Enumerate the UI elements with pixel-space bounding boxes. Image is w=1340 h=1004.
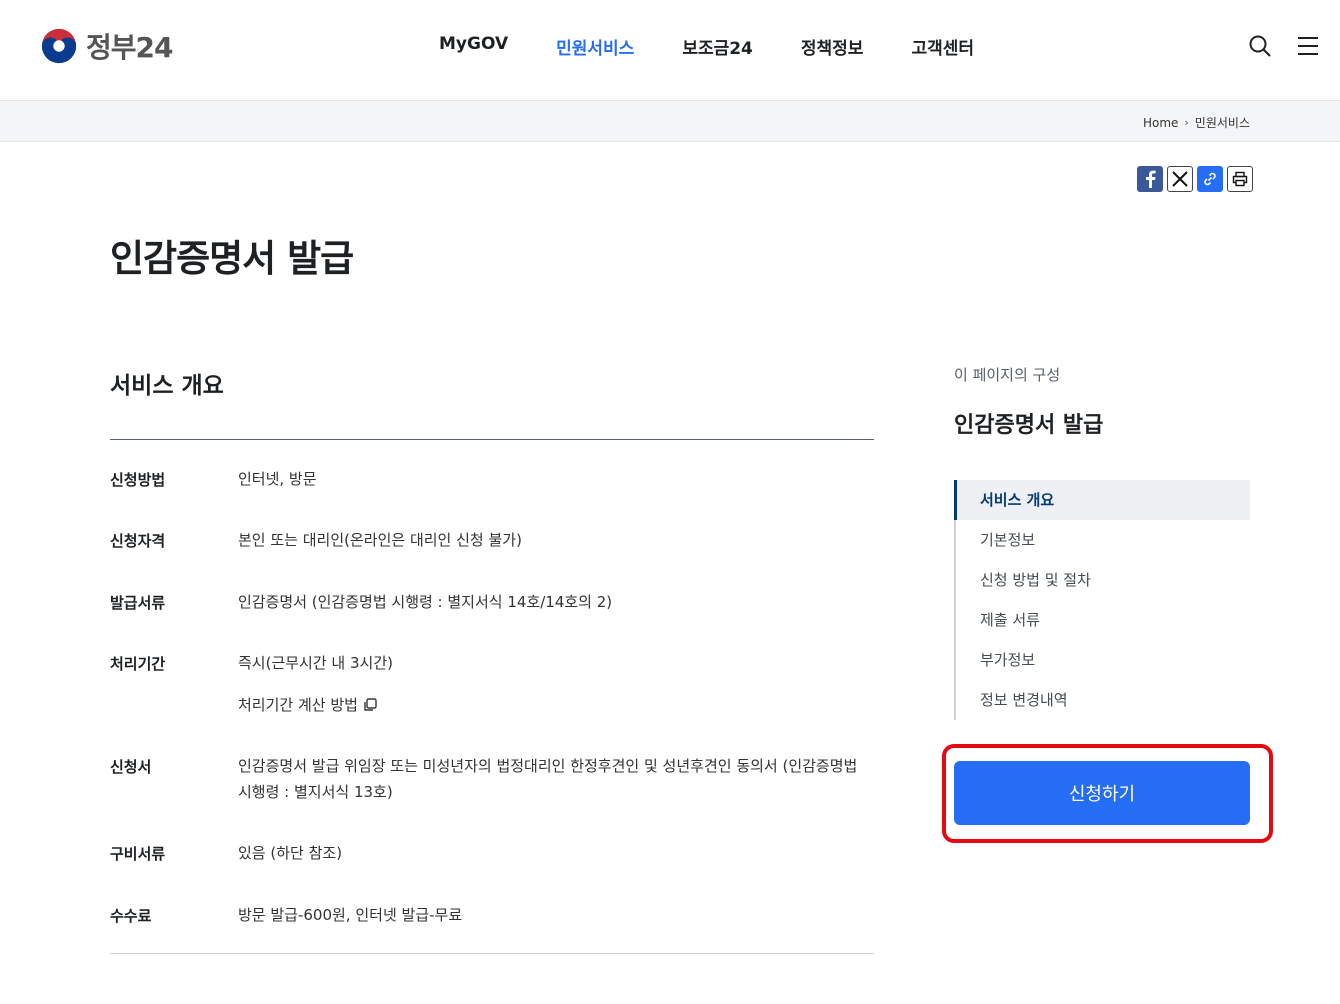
breadcrumb: Home › 민원서비스 (1143, 114, 1250, 131)
toc-item-overview[interactable]: 서비스 개요 (954, 480, 1250, 520)
section-bottom-divider (110, 953, 874, 954)
row-value-processing-time: 즉시(근무시간 내 3시간) (238, 654, 393, 672)
main-navigation: MyGOV 민원서비스 보조금24 정책정보 고객센터 (439, 34, 1022, 59)
processing-time-calc-link-wrap: 처리기간 계산 방법 (238, 692, 874, 718)
toc-list: 서비스 개요 기본정보 신청 방법 및 절차 제출 서류 부가정보 정보 변경내… (954, 480, 1250, 720)
apply-button[interactable]: 신청하기 (954, 761, 1250, 825)
row-label-method: 신청방법 (110, 471, 166, 489)
toc-item-submission-docs[interactable]: 제출 서류 (956, 600, 1250, 640)
toc-item-basic-info[interactable]: 기본정보 (956, 520, 1250, 560)
nav-mygov[interactable]: MyGOV (439, 34, 508, 59)
site-header: 정부24 MyGOV 민원서비스 보조금24 정책정보 고객센터 (0, 0, 1340, 101)
row-label-processing-time: 처리기간 (110, 655, 166, 673)
row-label-fee: 수수료 (110, 907, 152, 925)
processing-time-calc-link[interactable]: 처리기간 계산 방법 (238, 692, 378, 718)
row-value-method: 인터넷, 방문 (238, 470, 317, 488)
government-emblem-icon (41, 28, 77, 64)
print-icon[interactable] (1227, 166, 1253, 192)
breadcrumb-home[interactable]: Home (1143, 116, 1178, 130)
nav-subsidy24[interactable]: 보조금24 (682, 34, 753, 59)
new-window-icon (364, 698, 377, 711)
section-divider (110, 439, 874, 440)
breadcrumb-bar: Home › 민원서비스 (0, 101, 1340, 142)
nav-civil-service[interactable]: 민원서비스 (556, 34, 634, 59)
row-label-eligibility: 신청자격 (110, 532, 166, 550)
share-toolbar (1137, 166, 1253, 192)
row-value-application-form: 인감증명서 발급 위임장 또는 미성년자의 법정대리인 한정후견인 및 성년후견… (238, 757, 858, 801)
row-value-eligibility: 본인 또는 대리인(온라인은 대리인 신청 불가) (238, 531, 522, 549)
logo-text: 정부24 (86, 31, 173, 64)
facebook-icon[interactable] (1137, 166, 1163, 192)
hamburger-menu-icon[interactable] (1296, 34, 1320, 58)
toc-item-change-history[interactable]: 정보 변경내역 (956, 680, 1250, 720)
nav-customer-center[interactable]: 고객센터 (911, 34, 974, 59)
chevron-right-icon: › (1184, 116, 1189, 129)
toc-item-additional-info[interactable]: 부가정보 (956, 640, 1250, 680)
row-label-document: 발급서류 (110, 594, 166, 612)
row-label-required-docs: 구비서류 (110, 845, 166, 863)
processing-time-calc-link-label: 처리기간 계산 방법 (238, 696, 358, 714)
toc-title: 인감증명서 발급 (954, 413, 1104, 438)
nav-policy-info[interactable]: 정책정보 (801, 34, 864, 59)
breadcrumb-current[interactable]: 민원서비스 (1195, 114, 1250, 131)
link-icon[interactable] (1197, 166, 1223, 192)
search-icon[interactable] (1248, 34, 1272, 58)
page-title: 인감증명서 발급 (110, 237, 354, 280)
site-logo[interactable]: 정부24 (40, 26, 173, 66)
toc-caption: 이 페이지의 구성 (954, 366, 1061, 384)
section-title-overview: 서비스 개요 (110, 373, 224, 399)
toc-item-procedure[interactable]: 신청 방법 및 절차 (956, 560, 1250, 600)
row-value-document: 인감증명서 (인감증명법 시행령 : 별지서식 14호/14호의 2) (238, 593, 613, 611)
row-label-application-form: 신청서 (110, 758, 152, 776)
x-icon[interactable] (1167, 166, 1193, 192)
row-value-fee: 방문 발급-600원, 인터넷 발급-무료 (238, 906, 463, 924)
row-value-required-docs: 있음 (하단 참조) (238, 844, 343, 862)
